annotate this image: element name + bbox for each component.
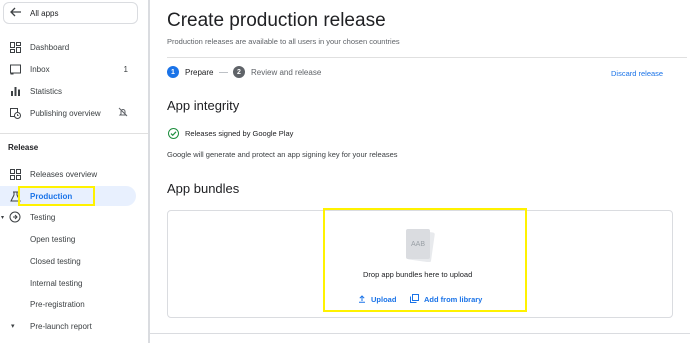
- bottom-border: [150, 333, 690, 334]
- header-divider: [167, 57, 687, 58]
- page-subtitle: Production releases are available to all…: [167, 37, 400, 46]
- sidebar-separator: [148, 0, 150, 343]
- step-number: 1: [167, 66, 179, 78]
- chevron-down-icon[interactable]: ▾: [1, 214, 4, 221]
- drop-instruction: Drop app bundles here to upload: [363, 270, 473, 279]
- sidebar-item-publishing-overview[interactable]: Publishing overview: [0, 103, 140, 123]
- step-review-and-release[interactable]: 2 Review and release: [233, 66, 321, 78]
- sidebar-item-open-testing[interactable]: Open testing: [0, 229, 140, 249]
- discard-release-button[interactable]: Discard release: [611, 69, 663, 78]
- sidebar-item-testing[interactable]: ▾ Testing: [0, 207, 140, 227]
- upload-icon: [358, 290, 366, 308]
- add-from-library-button[interactable]: Add from library: [410, 290, 482, 308]
- notifications-off-icon: [118, 107, 128, 119]
- upload-button[interactable]: Upload: [358, 290, 396, 308]
- sidebar-item-label: Inbox: [30, 64, 50, 74]
- upload-label: Upload: [371, 294, 397, 304]
- library-icon: [410, 290, 419, 308]
- step-prepare[interactable]: 1 Prepare: [167, 66, 213, 78]
- bar-chart-icon: [9, 85, 21, 97]
- sidebar-item-label: Closed testing: [30, 256, 81, 266]
- sidebar-item-pre-launch-report[interactable]: ▾ Pre-launch report: [0, 316, 140, 336]
- step-label: Prepare: [185, 67, 214, 77]
- page: All apps Dashboard Inbox 1 Statistics Pu…: [0, 0, 690, 343]
- back-arrow-icon: [10, 6, 26, 20]
- all-apps-button[interactable]: All apps: [3, 2, 138, 24]
- grid-icon: [9, 168, 21, 180]
- sidebar-item-label: Statistics: [30, 86, 63, 96]
- dashboard-icon: [9, 41, 21, 53]
- aab-file-icon: AAB: [403, 228, 435, 263]
- production-highlight-box: [18, 186, 95, 206]
- sidebar-item-closed-testing[interactable]: Closed testing: [0, 251, 140, 271]
- app-integrity-heading: App integrity: [167, 98, 240, 113]
- sidebar-item-label: Dashboard: [30, 42, 70, 52]
- sidebar-item-label: Publishing overview: [30, 108, 101, 118]
- sidebar-item-label: Releases overview: [30, 169, 98, 179]
- all-apps-label: All apps: [30, 8, 59, 18]
- sidebar-item-releases-overview[interactable]: Releases overview: [0, 164, 140, 184]
- chevron-down-icon[interactable]: ▾: [11, 322, 15, 330]
- sidebar: All apps Dashboard Inbox 1 Statistics Pu…: [0, 0, 148, 343]
- sidebar-item-internal-testing[interactable]: Internal testing: [0, 273, 140, 293]
- inbox-icon: [9, 63, 21, 75]
- sidebar-item-label: Testing: [30, 212, 56, 222]
- sidebar-item-inbox[interactable]: Inbox 1: [0, 59, 140, 79]
- sidebar-item-pre-registration[interactable]: Pre-registration: [0, 294, 140, 314]
- integrity-description: Google will generate and protect an app …: [167, 150, 398, 159]
- step-label: Review and release: [251, 67, 322, 77]
- check-circle-icon: [168, 128, 179, 139]
- sidebar-item-label: Internal testing: [30, 278, 83, 288]
- sidebar-item-dashboard[interactable]: Dashboard: [0, 37, 140, 57]
- schedule-icon: [9, 107, 21, 119]
- sidebar-divider: [0, 133, 148, 134]
- step-connector: [219, 72, 228, 73]
- step-number: 2: [233, 66, 245, 78]
- sidebar-item-label: Open testing: [30, 234, 76, 244]
- sidebar-item-label: Pre-registration: [30, 299, 85, 309]
- signing-status: Releases signed by Google Play: [185, 129, 294, 138]
- library-label: Add from library: [424, 294, 483, 304]
- release-section-header: Release: [8, 143, 39, 152]
- sidebar-item-statistics[interactable]: Statistics: [0, 81, 140, 101]
- sidebar-item-label: Pre-launch report: [30, 321, 92, 331]
- app-bundles-heading: App bundles: [167, 181, 240, 196]
- inbox-count-badge: 1: [123, 64, 128, 74]
- testing-icon: [9, 211, 21, 223]
- aab-label: AAB: [411, 241, 425, 248]
- page-title: Create production release: [167, 10, 386, 31]
